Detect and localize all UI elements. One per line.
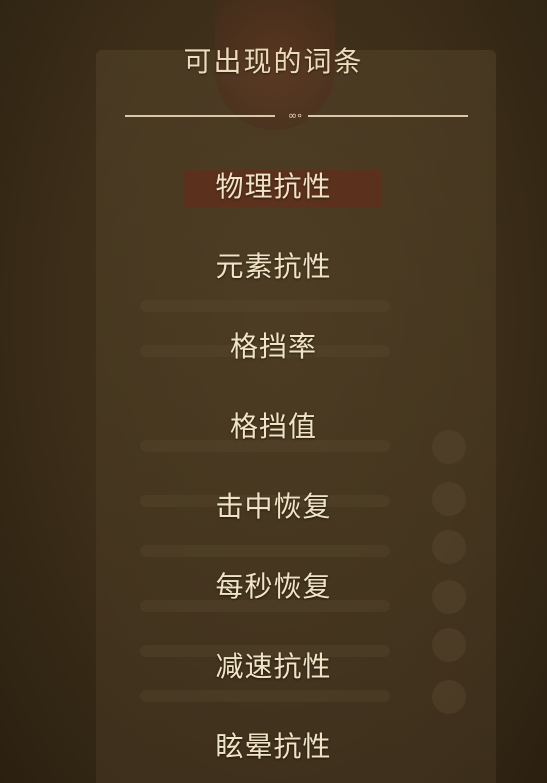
title-divider: ∞∘ (125, 110, 468, 122)
divider-line-right (308, 115, 468, 117)
divider-line-left (125, 115, 275, 117)
overlay-title: 可出现的词条 (183, 45, 364, 78)
affix-overlay-screen: 可出现的词条 ∞∘ 物理抗性 元素抗性 格挡率 格挡值 击中恢复 每秒恢复 减速… (0, 0, 547, 783)
affix-entry: 眩晕抗性 (215, 730, 332, 763)
affix-entry: 格挡率 (229, 330, 317, 363)
divider-ornament-icon: ∞∘ (287, 109, 303, 122)
affix-entry: 格挡值 (229, 410, 317, 443)
affix-list: 物理抗性 元素抗性 格挡率 格挡值 击中恢复 每秒恢复 减速抗性 眩晕抗性 (0, 165, 547, 783)
affix-entry: 每秒恢复 (215, 570, 332, 603)
affix-entry: 减速抗性 (215, 650, 332, 683)
affix-entry: 物理抗性 (215, 170, 332, 203)
affix-entry: 击中恢复 (215, 490, 332, 523)
affix-entry: 元素抗性 (215, 250, 332, 283)
